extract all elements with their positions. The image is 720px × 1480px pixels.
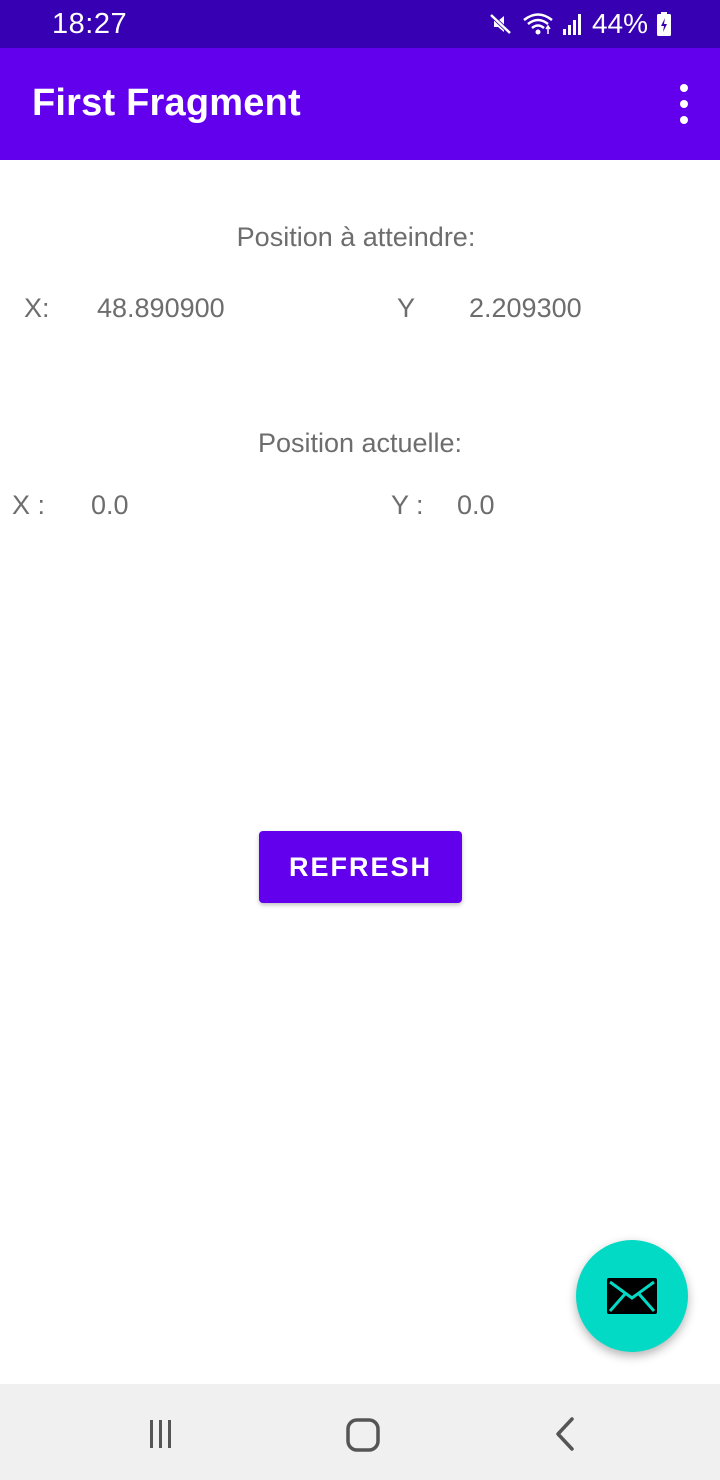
target-x-value: 48.890900 [97, 293, 225, 323]
signal-icon [562, 11, 584, 37]
app-bar: First Fragment [0, 48, 720, 160]
current-y-label: Y : [391, 490, 424, 520]
status-icons: 44% [488, 8, 672, 40]
email-fab[interactable] [576, 1240, 688, 1352]
email-icon [606, 1277, 658, 1315]
app-title: First Fragment [32, 82, 301, 124]
current-x-label: X : [12, 490, 46, 520]
back-icon[interactable] [542, 1412, 586, 1456]
home-icon[interactable] [340, 1412, 384, 1456]
current-x-value: 0.0 [91, 490, 129, 520]
mute-icon [488, 11, 514, 37]
wifi-icon [522, 11, 554, 37]
current-position-heading: Position actuelle: [257, 428, 463, 458]
target-position-heading: Position à atteindre: [236, 222, 476, 252]
screen: 18:27 44% First Fragment Position à atte… [0, 0, 720, 1480]
overflow-menu-icon[interactable] [676, 84, 692, 124]
current-y-value: 0.0 [457, 490, 495, 520]
battery-charging-icon [656, 11, 672, 37]
target-y-value: 2.209300 [469, 293, 582, 323]
refresh-button[interactable]: REFRESH [259, 831, 462, 903]
status-time: 18:27 [52, 8, 128, 40]
navigation-bar [0, 1384, 720, 1480]
target-x-label: X: [24, 293, 50, 323]
main-content: Position à atteindre: X: 48.890900 Y 2.2… [0, 160, 720, 1384]
target-y-label: Y [397, 293, 416, 323]
recents-icon[interactable] [139, 1412, 183, 1456]
status-bar: 18:27 44% [0, 0, 720, 48]
battery-percent: 44% [591, 8, 648, 39]
